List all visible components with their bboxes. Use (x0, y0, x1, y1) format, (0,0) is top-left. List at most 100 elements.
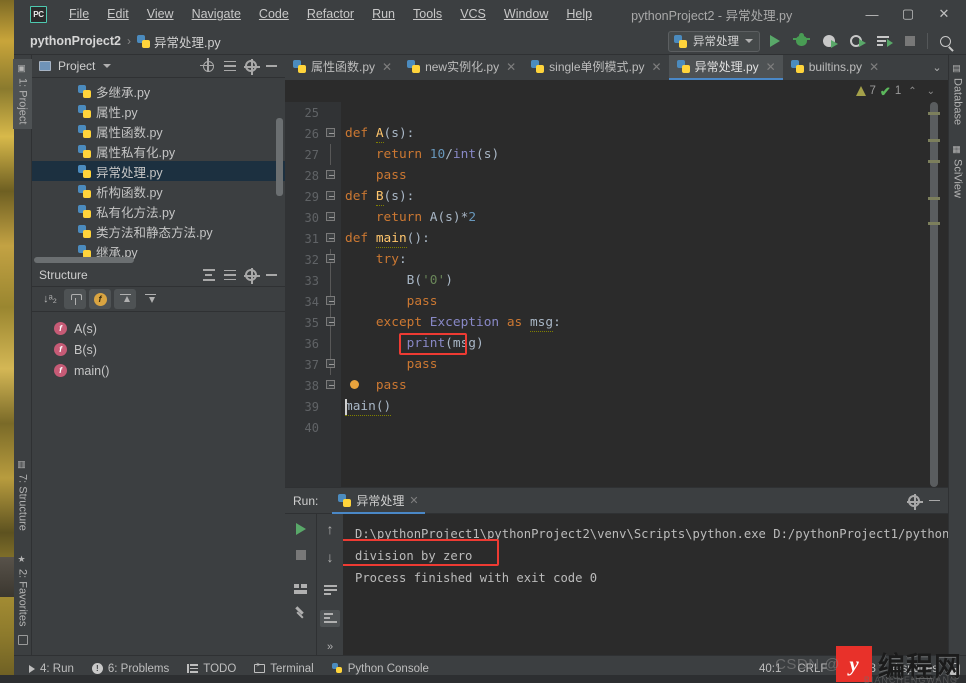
stop-process-button[interactable] (291, 546, 311, 563)
code-line[interactable]: 35 except Exception as msg: (285, 312, 948, 333)
menu-file[interactable]: File (60, 4, 98, 24)
code-line[interactable]: 32 try: (285, 249, 948, 270)
sidebar-tab-sciview[interactable]: ▦ SciView (948, 140, 966, 203)
fold-toggle-icon[interactable] (326, 380, 335, 389)
tree-item-5[interactable]: 析构函数.py (32, 181, 285, 201)
fold-gutter[interactable] (319, 228, 341, 249)
more-actions-button[interactable]: » (320, 638, 340, 655)
fold-gutter[interactable] (319, 207, 341, 228)
menu-navigate[interactable]: Navigate (183, 4, 250, 24)
project-settings-button[interactable] (241, 57, 260, 76)
scroll-to-end-button[interactable] (320, 610, 340, 627)
run-configuration-selector[interactable]: 异常处理 (668, 30, 760, 52)
sidebar-tab-database[interactable]: ▤ Database (948, 59, 966, 130)
fold-toggle-icon[interactable] (326, 128, 335, 137)
soft-wrap-button[interactable] (320, 582, 340, 599)
fold-toggle-icon[interactable] (326, 296, 335, 305)
fold-gutter[interactable] (319, 375, 341, 396)
minimize-button[interactable]: — (854, 0, 890, 28)
fold-toggle-icon[interactable] (326, 359, 335, 368)
project-tree-scrollbar[interactable] (276, 118, 283, 196)
close-tab-icon[interactable]: ✕ (506, 60, 516, 74)
structure-item-2[interactable]: f main() (32, 360, 285, 381)
menu-run[interactable]: Run (363, 4, 404, 24)
menu-tools[interactable]: Tools (404, 4, 451, 24)
run-dashboard-button[interactable] (870, 30, 895, 52)
run-button[interactable] (762, 30, 787, 52)
fold-gutter[interactable] (319, 396, 341, 417)
search-everywhere-button[interactable] (933, 30, 958, 52)
fold-gutter[interactable] (319, 102, 341, 123)
maximize-button[interactable]: ▢ (890, 0, 926, 28)
code-line[interactable]: 28 pass (285, 165, 948, 186)
tree-item-0[interactable]: 多继承.py (32, 81, 285, 101)
print-button[interactable] (291, 580, 311, 597)
tree-item-2[interactable]: 属性函数.py (32, 121, 285, 141)
editor-tab-0[interactable]: 属性函数.py ✕ (285, 55, 399, 80)
fold-gutter[interactable] (319, 291, 341, 312)
code-line[interactable]: 29 def B(s): (285, 186, 948, 207)
menu-window[interactable]: Window (495, 4, 557, 24)
fold-toggle-icon[interactable] (326, 191, 335, 200)
debug-button[interactable] (789, 30, 814, 52)
fold-gutter[interactable] (319, 270, 341, 291)
close-session-icon[interactable]: ✕ (409, 494, 418, 507)
editor-tab-4[interactable]: builtins.py ✕ (783, 55, 886, 80)
code-line[interactable]: 25 (285, 102, 948, 123)
editor-tabs-overflow-button[interactable]: ⌄ (926, 55, 948, 80)
hide-all-windows-icon[interactable] (18, 635, 28, 645)
intention-bulb-icon[interactable] (350, 380, 359, 389)
tree-item-6[interactable]: 私有化方法.py (32, 201, 285, 221)
down-stacktrace-button[interactable]: ↓ (320, 548, 340, 565)
code-line[interactable]: 40 (285, 417, 948, 438)
menu-help[interactable]: Help (557, 4, 601, 24)
fold-toggle-icon[interactable] (326, 254, 335, 263)
pin-tab-button[interactable] (291, 606, 311, 623)
project-tree-hscrollbar[interactable] (34, 257, 134, 263)
menu-vcs[interactable]: VCS (451, 4, 495, 24)
expand-all-button[interactable] (199, 266, 218, 285)
sort-alphabetically-button[interactable]: ↓ᵃ₂ (39, 289, 61, 309)
structure-collapse-all-button[interactable] (220, 266, 239, 285)
fold-gutter[interactable] (319, 144, 341, 165)
structure-item-1[interactable]: f B(s) (32, 339, 285, 360)
run-settings-button[interactable] (904, 491, 923, 510)
breadcrumb-project[interactable]: pythonProject2 (30, 34, 121, 48)
next-problem-button[interactable]: ⌄ (924, 86, 938, 97)
coverage-button[interactable] (816, 30, 841, 52)
project-file-tree[interactable]: 多继承.py 属性.py 属性函数.py 属性私有化.py 异常处理.py 析构… (32, 78, 285, 264)
menu-view[interactable]: View (138, 4, 183, 24)
fold-toggle-icon[interactable] (326, 317, 335, 326)
code-line[interactable]: 33 B('0') (285, 270, 948, 291)
code-line[interactable]: 34 pass (285, 291, 948, 312)
structure-item-0[interactable]: f A(s) (32, 318, 285, 339)
previous-problem-button[interactable]: ⌃ (905, 86, 919, 97)
close-button[interactable]: ✕ (926, 0, 962, 28)
project-hide-button[interactable] (262, 57, 281, 76)
code-line[interactable]: 36 print(msg) (285, 333, 948, 354)
run-hide-button[interactable] (925, 491, 944, 510)
editor-scrollbar[interactable] (926, 102, 942, 487)
editor-tab-2[interactable]: single单例模式.py ✕ (523, 55, 668, 80)
project-view-chevron-down-icon[interactable] (103, 64, 112, 68)
lock-icon[interactable] (950, 662, 960, 675)
structure-list[interactable]: f A(s) f B(s) f main() (32, 312, 285, 655)
run-session-tab[interactable]: 异常处理 ✕ (332, 488, 425, 514)
profile-button[interactable] (843, 30, 868, 52)
code-line[interactable]: 31 def main(): (285, 228, 948, 249)
show-inherited-button[interactable] (64, 289, 86, 309)
rerun-button[interactable] (291, 520, 311, 537)
code-line[interactable]: 27 return 10/int(s) (285, 144, 948, 165)
scroll-to-source-button[interactable] (139, 289, 161, 309)
sidebar-tab-structure[interactable]: ▥ 7: Structure (13, 455, 32, 536)
fold-toggle-icon[interactable] (326, 233, 335, 242)
structure-settings-button[interactable] (241, 266, 260, 285)
code-line[interactable]: 30 return A(s)*2 (285, 207, 948, 228)
sidebar-tab-favorites[interactable]: ★ 2: Favorites (13, 550, 32, 631)
close-tab-icon[interactable]: ✕ (869, 60, 879, 74)
code-line[interactable]: 26 def A(s): (285, 123, 948, 144)
scroll-from-source-button[interactable] (114, 289, 136, 309)
tree-item-4-selected[interactable]: 异常处理.py (32, 161, 285, 181)
run-console[interactable]: D:\pythonProject1\pythonProject2\venv\Sc… (343, 514, 948, 655)
menu-edit[interactable]: Edit (98, 4, 138, 24)
